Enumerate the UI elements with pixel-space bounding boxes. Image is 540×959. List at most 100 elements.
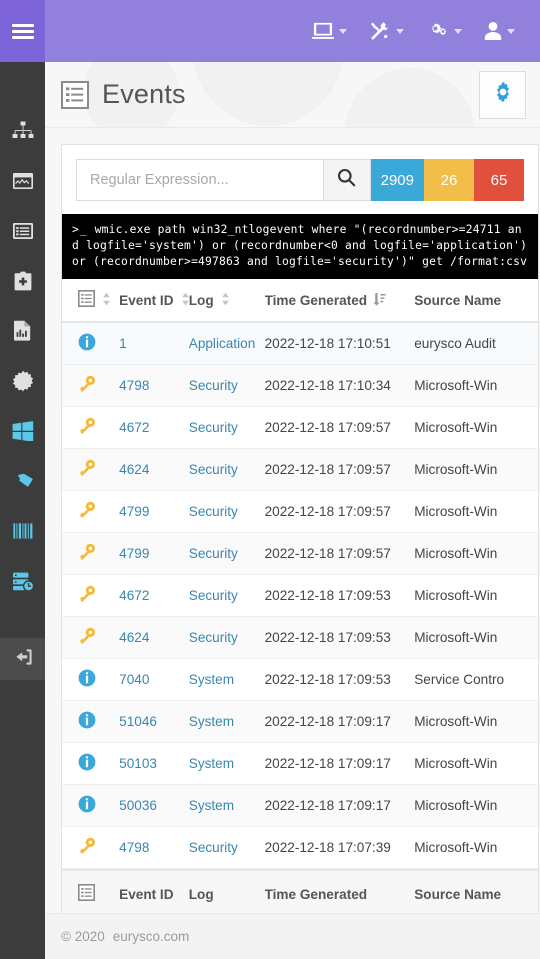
row-time-generated: 2022-12-18 17:10:34 — [264, 364, 415, 408]
search-icon — [337, 168, 356, 192]
row-event-id[interactable]: 4799 — [119, 490, 189, 534]
info-icon — [78, 333, 96, 354]
row-log[interactable]: Security — [188, 826, 265, 870]
column-header-source-name[interactable]: Source Name — [414, 279, 538, 324]
sidebar-item-tags[interactable] — [0, 458, 45, 508]
topbar-item-tools[interactable] — [358, 0, 415, 62]
column-header-icon[interactable] — [62, 279, 120, 324]
table-row[interactable]: 1 Application 2022-12-18 17:10:51 eurysco A… — [62, 322, 538, 366]
row-log[interactable]: System — [188, 742, 265, 786]
row-event-id[interactable]: 7040 — [119, 658, 189, 702]
column-header-log[interactable]: Log — [188, 279, 265, 324]
topbar-item-desktop[interactable] — [301, 0, 358, 62]
table-row[interactable]: 51046 System 2022-12-18 17:09:17 Microsoft-… — [62, 700, 538, 744]
row-severity-icon — [62, 490, 120, 534]
sidebar-item-health[interactable] — [0, 258, 45, 308]
clipboard-medical-icon — [13, 271, 33, 296]
row-time-generated: 2022-12-18 17:07:39 — [264, 826, 415, 870]
badge-information-count[interactable]: 2909 — [370, 159, 424, 201]
hamburger-menu-icon — [11, 21, 34, 42]
table-row[interactable]: 4798 Security 2022-12-18 17:10:34 Microsoft… — [62, 364, 538, 408]
row-source-name: Microsoft-Win — [414, 406, 538, 450]
sort-icon — [101, 292, 112, 309]
table-row[interactable]: 4672 Security 2022-12-18 17:09:57 Microsoft… — [62, 406, 538, 450]
key-icon — [78, 585, 96, 606]
row-log[interactable]: Security — [188, 490, 265, 534]
sidebar-item-network[interactable] — [0, 108, 45, 158]
row-severity-icon — [62, 658, 120, 702]
row-event-id[interactable]: 50036 — [119, 784, 189, 828]
tag-icon — [12, 472, 34, 495]
top-navbar — [0, 0, 540, 62]
sort-icon — [220, 292, 231, 309]
table-row[interactable]: 50103 System 2022-12-18 17:09:17 Microsoft-… — [62, 742, 538, 786]
key-icon — [78, 459, 96, 480]
page-settings-button[interactable] — [479, 70, 526, 119]
sidebar-item-windows[interactable] — [0, 408, 45, 458]
row-event-id[interactable]: 4624 — [119, 448, 189, 492]
row-log[interactable]: System — [188, 700, 265, 744]
column-header-time-generated[interactable]: Time Generated — [264, 279, 415, 324]
search-input[interactable] — [76, 159, 323, 201]
sidebar-toggle-button[interactable] — [0, 0, 45, 62]
search-button[interactable] — [322, 159, 371, 201]
info-icon — [78, 753, 96, 774]
row-event-id[interactable]: 1 — [119, 322, 189, 366]
terminal-prompt: >_ — [72, 223, 88, 236]
table-row[interactable]: 7040 System 2022-12-18 17:09:53 Service Con… — [62, 658, 538, 702]
row-log[interactable]: Application — [188, 322, 265, 366]
sidebar-item-reports[interactable] — [0, 308, 45, 358]
topbar-item-settings[interactable] — [415, 0, 473, 62]
row-event-id[interactable]: 4672 — [119, 406, 189, 450]
table-row[interactable]: 4799 Security 2022-12-18 17:09:57 Microsoft… — [62, 490, 538, 534]
row-log[interactable]: Security — [188, 616, 265, 660]
row-event-id[interactable]: 4672 — [119, 574, 189, 618]
column-header-event-id[interactable]: Event ID — [119, 279, 189, 324]
badge-error-count[interactable]: 65 — [474, 159, 524, 201]
cogs-icon — [426, 21, 449, 41]
sign-out-icon — [13, 648, 33, 671]
sidebar-item-scheduler[interactable] — [0, 558, 45, 608]
table-row[interactable]: 4798 Security 2022-12-18 17:07:39 Microsoft… — [62, 826, 538, 870]
row-event-id[interactable]: 4624 — [119, 616, 189, 660]
row-log[interactable]: Security — [188, 406, 265, 450]
events-list-icon — [61, 80, 89, 109]
table-row[interactable]: 4624 Security 2022-12-18 17:09:53 Microsoft… — [62, 616, 538, 660]
row-time-generated: 2022-12-18 17:09:17 — [264, 700, 415, 744]
row-event-id[interactable]: 4798 — [119, 364, 189, 408]
table-row[interactable]: 50036 System 2022-12-18 17:09:17 Microsoft-… — [62, 784, 538, 828]
row-source-name: Microsoft-Win — [414, 742, 538, 786]
row-log[interactable]: Security — [188, 574, 265, 618]
sidebar-collapse-button[interactable] — [0, 638, 45, 680]
row-log[interactable]: Security — [188, 364, 265, 408]
watermark-circle — [193, 62, 343, 126]
row-event-id[interactable]: 4799 — [119, 532, 189, 576]
row-severity-icon — [62, 406, 120, 450]
row-event-id[interactable]: 50103 — [119, 742, 189, 786]
table-row[interactable]: 4624 Security 2022-12-18 17:09:57 Microsoft… — [62, 448, 538, 492]
row-severity-icon — [62, 322, 120, 366]
row-severity-icon — [62, 700, 120, 744]
sidebar-item-services[interactable] — [0, 358, 45, 408]
row-event-id[interactable]: 51046 — [119, 700, 189, 744]
key-icon — [78, 417, 96, 438]
table-row[interactable]: 4799 Security 2022-12-18 17:09:57 Microsoft… — [62, 532, 538, 576]
row-log[interactable]: System — [188, 658, 265, 702]
chevron-down-icon — [396, 28, 404, 34]
row-source-name: Microsoft-Win — [414, 364, 538, 408]
sidebar-item-monitor[interactable] — [0, 158, 45, 208]
row-log[interactable]: Security — [188, 448, 265, 492]
topbar-item-account[interactable] — [473, 0, 526, 62]
row-event-id[interactable]: 4798 — [119, 826, 189, 870]
sidebar-item-events[interactable] — [0, 208, 45, 258]
row-log[interactable]: System — [188, 784, 265, 828]
row-severity-icon — [62, 364, 120, 408]
table-row[interactable]: 4672 Security 2022-12-18 17:09:53 Microsoft… — [62, 574, 538, 618]
badge-warning-count[interactable]: 26 — [424, 159, 474, 201]
row-time-generated: 2022-12-18 17:09:53 — [264, 658, 415, 702]
row-time-generated: 2022-12-18 17:09:57 — [264, 448, 415, 492]
app-root: Events Regular Expression... 2909 26 65 … — [0, 0, 540, 959]
key-icon — [78, 543, 96, 564]
sidebar-item-inventory[interactable] — [0, 508, 45, 558]
row-log[interactable]: Security — [188, 532, 265, 576]
